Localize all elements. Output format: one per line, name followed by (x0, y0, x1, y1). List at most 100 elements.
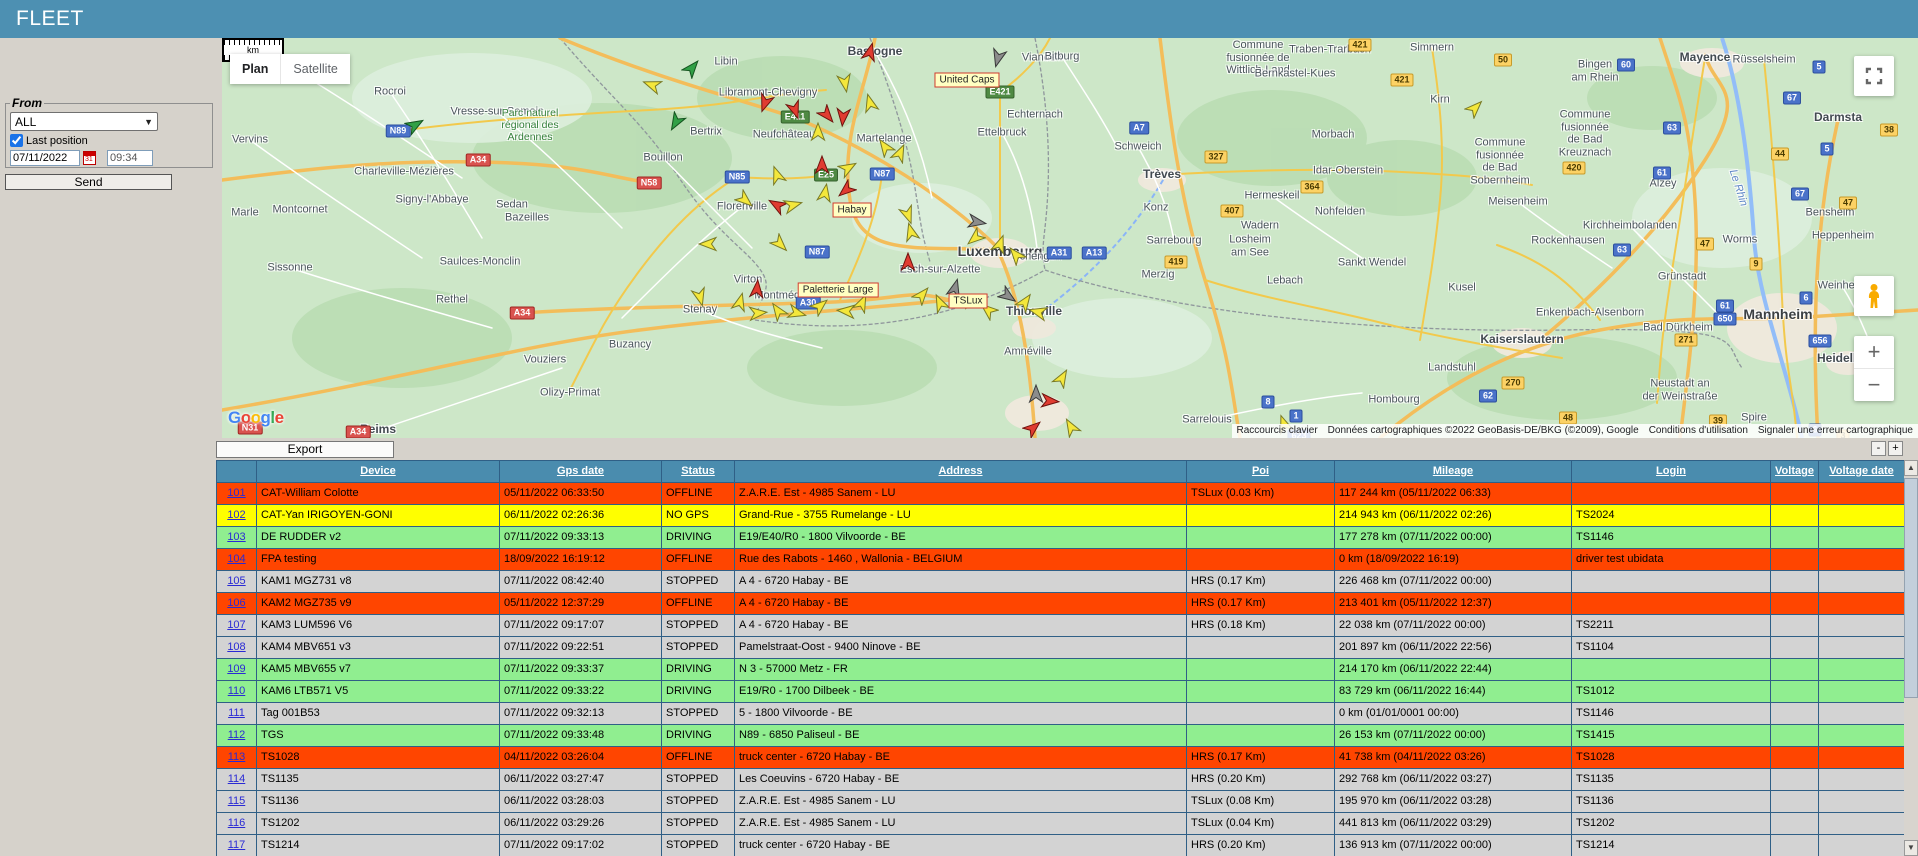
fullscreen-button[interactable] (1854, 56, 1894, 96)
header-cell[interactable]: Mileage (1335, 461, 1572, 483)
vehicle-marker[interactable] (754, 91, 776, 114)
vehicle-marker[interactable] (689, 286, 711, 308)
row-id-link[interactable]: 117 (228, 839, 246, 851)
row-id-link[interactable]: 114 (228, 773, 246, 785)
row-id-link[interactable]: 109 (227, 663, 245, 675)
cell-poi: HRS (0.20 Km) (1187, 835, 1335, 856)
vehicle-marker[interactable] (665, 110, 688, 133)
header-cell[interactable]: Login (1572, 461, 1771, 483)
header-cell[interactable]: Poi (1187, 461, 1335, 483)
vehicle-marker[interactable] (900, 221, 922, 243)
cell-device: FPA testing (257, 549, 500, 571)
row-id-link[interactable]: 104 (227, 553, 245, 565)
vehicle-marker[interactable] (1463, 97, 1486, 120)
vehicle-marker[interactable] (811, 154, 833, 176)
vehicle-marker[interactable] (1005, 244, 1028, 267)
vehicle-marker[interactable] (834, 72, 856, 94)
row-id-link[interactable]: 113 (228, 751, 246, 763)
row-id-link[interactable]: 116 (228, 817, 246, 829)
date-input[interactable] (10, 150, 80, 166)
vehicle-marker[interactable] (680, 57, 703, 80)
attribution-item[interactable]: Conditions d'utilisation (1643, 424, 1753, 438)
vehicle-marker[interactable] (733, 188, 756, 211)
vehicle-marker[interactable] (897, 251, 919, 273)
cell-address: A 4 - 6720 Habay - BE (735, 593, 1187, 615)
cell-device: TS1136 (257, 791, 500, 813)
table-row: 110 KAM6 LTB571 V5 07/11/2022 09:33:22 DRIV… (217, 681, 1905, 703)
table-scrollbar[interactable]: ▲ ▼ (1904, 460, 1918, 856)
vehicle-marker[interactable] (766, 164, 788, 187)
row-id-link[interactable]: 107 (227, 619, 245, 631)
map-town-label: Neufchâteau (752, 128, 816, 141)
vehicle-marker[interactable] (889, 142, 911, 165)
row-id-link[interactable]: 115 (228, 795, 246, 807)
poi-label[interactable]: United Caps (934, 72, 1000, 88)
row-id-link[interactable]: 106 (227, 597, 245, 609)
poi-label[interactable]: TSLux (948, 293, 988, 309)
row-id-link[interactable]: 112 (228, 729, 246, 741)
vehicle-marker[interactable] (859, 92, 881, 114)
zoom-in-button[interactable]: + (1854, 336, 1894, 369)
vehicle-marker[interactable] (814, 182, 836, 204)
row-id-link[interactable]: 103 (227, 531, 245, 543)
vehicle-marker[interactable] (1050, 367, 1073, 390)
vehicle-marker[interactable] (835, 178, 858, 201)
time-input[interactable] (107, 150, 153, 166)
poi-label[interactable]: Habay (832, 202, 872, 218)
last-position-checkbox[interactable] (10, 134, 23, 147)
vehicle-marker[interactable] (768, 232, 791, 255)
vehicle-marker[interactable] (786, 302, 808, 324)
shrink-button[interactable]: - (1871, 441, 1886, 456)
vehicle-marker[interactable] (784, 98, 806, 121)
pegman-control[interactable] (1854, 276, 1894, 316)
vehicle-marker[interactable] (807, 121, 829, 143)
vehicle-marker[interactable] (403, 114, 426, 137)
map-type-plan-button[interactable]: Plan (230, 54, 281, 84)
vehicle-marker[interactable] (808, 295, 831, 318)
cell-poi (1187, 681, 1335, 703)
attribution-item[interactable]: Signaler une erreur cartographique (1752, 424, 1918, 438)
vehicle-marker[interactable] (1039, 390, 1061, 412)
vehicle-marker[interactable] (697, 233, 719, 255)
road-shield: 47 (1838, 196, 1858, 210)
header-cell[interactable]: Voltage date (1819, 461, 1905, 483)
header-cell[interactable]: Voltage (1771, 461, 1819, 483)
scroll-down-arrow[interactable]: ▼ (1904, 840, 1918, 856)
row-id-link[interactable]: 105 (227, 575, 245, 587)
poi-label[interactable]: Paletterie Large (797, 282, 879, 298)
vehicle-marker[interactable] (1021, 417, 1044, 438)
export-button[interactable]: Export (216, 441, 394, 458)
header-cell[interactable]: Gps date (500, 461, 662, 483)
row-id-link[interactable]: 102 (227, 509, 245, 521)
vehicle-marker[interactable] (1060, 416, 1083, 438)
row-id-link[interactable]: 101 (227, 487, 245, 499)
vehicle-marker[interactable] (641, 74, 664, 96)
vehicle-marker[interactable] (836, 157, 859, 180)
vehicle-marker[interactable] (964, 226, 987, 249)
calendar-icon[interactable] (83, 151, 96, 165)
header-cell[interactable]: Status (662, 461, 735, 483)
vehicle-marker[interactable] (782, 194, 804, 216)
vehicle-marker[interactable] (832, 106, 854, 128)
header-cell[interactable]: Device (257, 461, 500, 483)
vehicle-marker[interactable] (746, 278, 768, 300)
vehicle-select[interactable]: ALL ▼ (10, 112, 158, 131)
fleet-table-body: 101 CAT-William Colotte 05/11/2022 06:33:5… (217, 483, 1905, 856)
cell-gps: 07/11/2022 09:17:02 (500, 835, 662, 856)
zoom-out-button[interactable]: − (1854, 369, 1894, 401)
header-cell[interactable]: Address (735, 461, 1187, 483)
map-type-satellite-button[interactable]: Satellite (280, 54, 350, 84)
row-id-link[interactable]: 108 (227, 641, 245, 653)
map-canvas[interactable]: HirsonVervinsMarleRocroiVresse-sur-Semoi… (222, 38, 1918, 438)
scroll-up-arrow[interactable]: ▲ (1904, 460, 1918, 476)
send-button[interactable]: Send (5, 174, 172, 190)
vehicle-marker[interactable] (987, 47, 1009, 69)
scrollbar-thumb[interactable] (1904, 478, 1918, 698)
vehicle-marker[interactable] (859, 41, 881, 63)
row-id-link[interactable]: 110 (228, 685, 246, 697)
row-id-link[interactable]: 111 (228, 707, 245, 719)
attribution-item[interactable]: Raccourcis clavier (1231, 424, 1323, 438)
grow-button[interactable]: + (1888, 441, 1903, 456)
vehicle-marker[interactable] (1027, 301, 1049, 323)
vehicle-marker[interactable] (747, 302, 769, 324)
